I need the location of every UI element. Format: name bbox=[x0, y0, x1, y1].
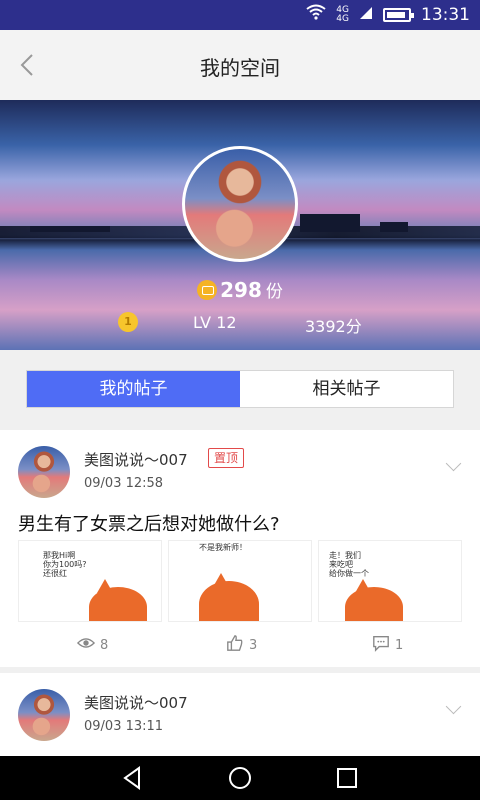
tab-related-posts[interactable]: 相关帖子 bbox=[240, 371, 453, 407]
building-decoration bbox=[300, 214, 360, 232]
post-image[interactable]: 不是我新师！ bbox=[168, 540, 312, 622]
post-image[interactable]: 走！我们 来吃吧 给你做一个 bbox=[318, 540, 462, 622]
level-text: LV 12 bbox=[193, 313, 237, 332]
like-button[interactable]: 3 bbox=[226, 634, 257, 656]
comment-icon bbox=[372, 634, 390, 656]
post-text[interactable]: 男生有了女票之后想对她做什么? bbox=[18, 510, 280, 536]
author-name[interactable]: 美图说说～007 bbox=[84, 449, 188, 470]
battery-icon bbox=[383, 7, 414, 22]
building-decoration bbox=[30, 226, 110, 232]
tab-my-posts[interactable]: 我的帖子 bbox=[27, 371, 240, 407]
comic-speech: 那我Hi啊 你为100吗? 还很红 bbox=[43, 551, 87, 578]
chevron-down-icon[interactable] bbox=[446, 701, 462, 717]
points-value: 298 bbox=[220, 277, 262, 302]
fox-ear bbox=[213, 573, 229, 587]
thumbs-up-icon bbox=[226, 634, 244, 656]
comic-speech: 不是我新师！ bbox=[199, 543, 247, 552]
status-time: 13:31 bbox=[421, 4, 470, 25]
post-time: 09/03 13:11 bbox=[84, 719, 164, 734]
post-images: 那我Hi啊 你为100吗? 还很红 不是我新师！ 走！我们 来吃吧 给你做一个 bbox=[18, 540, 462, 622]
fox-ear bbox=[97, 579, 113, 593]
recent-apps-icon[interactable] bbox=[333, 764, 361, 792]
chevron-down-icon[interactable] bbox=[446, 458, 462, 474]
comic-speech: 走！我们 来吃吧 给你做一个 bbox=[329, 551, 369, 578]
post-actions: 8 3 1 bbox=[0, 634, 480, 658]
author-name[interactable]: 美图说说～007 bbox=[84, 692, 188, 713]
home-circle-icon[interactable] bbox=[226, 764, 254, 792]
points-unit: 份 bbox=[265, 282, 283, 302]
profile-stats: 1 LV 12 3392分 bbox=[0, 312, 480, 336]
points-display: 298 份 bbox=[0, 277, 480, 302]
back-triangle-icon[interactable] bbox=[119, 764, 147, 792]
view-count: 8 bbox=[76, 634, 108, 656]
post-image[interactable]: 那我Hi啊 你为100吗? 还很红 bbox=[18, 540, 162, 622]
page-title: 我的空间 bbox=[200, 56, 280, 80]
eye-icon bbox=[76, 634, 96, 656]
coin-icon bbox=[197, 279, 218, 300]
author-avatar[interactable] bbox=[18, 689, 70, 741]
author-avatar[interactable] bbox=[18, 446, 70, 498]
fox-illustration bbox=[199, 581, 259, 621]
top-bar: 我的空间 bbox=[0, 30, 480, 100]
status-bar: 4G 4G 13:31 bbox=[0, 0, 480, 30]
signal-icon bbox=[359, 5, 373, 25]
network-indicator: 4G 4G bbox=[336, 4, 349, 24]
post-time: 09/03 12:58 bbox=[84, 476, 164, 491]
post-card[interactable]: 美图说说～007 置顶 09/03 12:58 男生有了女票之后想对她做什么? … bbox=[0, 430, 480, 667]
post-card[interactable]: 美图说说～007 09/03 13:11 bbox=[0, 673, 480, 763]
score-text: 3392分 bbox=[305, 317, 362, 336]
comment-button[interactable]: 1 bbox=[372, 634, 403, 656]
pinned-badge: 置顶 bbox=[208, 448, 245, 468]
profile-avatar[interactable] bbox=[182, 146, 298, 262]
coin-level-badge: 1 bbox=[118, 312, 138, 332]
post-tabs: 我的帖子 相关帖子 bbox=[26, 370, 454, 408]
fox-illustration bbox=[345, 587, 403, 621]
building-decoration bbox=[380, 222, 408, 232]
system-nav-bar bbox=[0, 756, 480, 800]
wifi-icon bbox=[306, 4, 326, 25]
fox-ear bbox=[355, 579, 371, 593]
